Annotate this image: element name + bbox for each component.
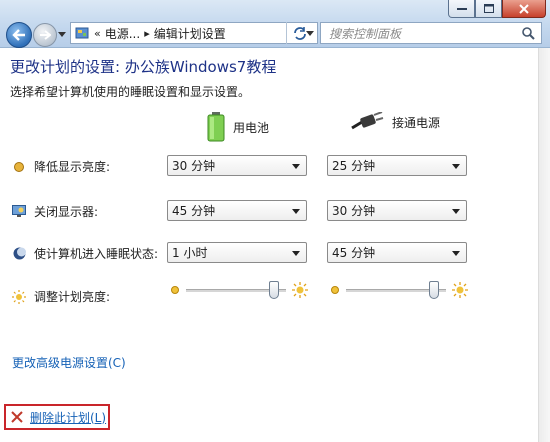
sleep-plugged-select[interactable]: 45 分钟 — [327, 242, 467, 263]
breadcrumb-overflow[interactable]: « — [94, 27, 101, 40]
brightness-plugged-slider[interactable] — [346, 280, 446, 299]
brightness-high-icon — [452, 282, 468, 298]
advanced-power-settings-link[interactable]: 更改高级电源设置(C) — [12, 354, 126, 371]
refresh-button[interactable] — [286, 22, 312, 44]
address-bar[interactable]: « 电源... ▸ 编辑计划设置 — [70, 22, 318, 44]
slider-thumb[interactable] — [269, 280, 279, 299]
dim-display-battery-select[interactable]: 30 分钟 — [167, 155, 307, 176]
battery-column-header: 用电池 — [207, 112, 269, 142]
search-icon[interactable] — [521, 26, 535, 40]
dim-display-plugged-value: 25 分钟 — [332, 159, 376, 173]
minimize-icon — [456, 7, 467, 10]
chevron-down-icon — [292, 251, 300, 256]
battery-column-label: 用电池 — [233, 120, 270, 135]
arrow-left-icon — [12, 29, 25, 41]
brightness-low-icon — [331, 286, 339, 294]
sleep-battery-select[interactable]: 1 小时 — [167, 242, 307, 263]
forward-button[interactable] — [33, 23, 57, 47]
chevron-down-icon — [292, 164, 300, 169]
brightness-low-icon — [171, 286, 179, 294]
dim-display-label: 降低显示亮度: — [34, 160, 111, 174]
page-title: 更改计划的设置: 办公族Windows7教程 — [10, 58, 277, 76]
dim-display-icon — [12, 160, 26, 174]
brightness-high-icon — [292, 282, 308, 298]
turn-off-display-battery-select[interactable]: 45 分钟 — [167, 200, 307, 221]
delete-plan-link[interactable]: 删除此计划(L) — [30, 409, 106, 426]
turn-off-display-row-label: 关闭显示器: — [12, 203, 98, 220]
close-button[interactable] — [502, 0, 546, 18]
delete-plan-highlight: 删除此计划(L) — [4, 404, 110, 430]
refresh-icon — [293, 27, 306, 40]
brightness-label: 调整计划亮度: — [34, 290, 111, 304]
dim-display-row-label: 降低显示亮度: — [12, 158, 110, 175]
maximize-button[interactable] — [475, 0, 502, 18]
sleep-battery-value: 1 小时 — [172, 246, 208, 260]
brightness-sun-icon — [12, 289, 26, 304]
slider-thumb[interactable] — [429, 280, 439, 299]
vertical-scrollbar[interactable] — [538, 48, 550, 442]
turn-off-display-label: 关闭显示器: — [34, 205, 99, 219]
breadcrumb-edit-plan[interactable]: 编辑计划设置 — [154, 25, 226, 42]
chevron-down-icon — [292, 209, 300, 214]
sleep-moon-icon — [12, 247, 26, 261]
monitor-off-icon — [12, 205, 26, 219]
dim-display-battery-value: 30 分钟 — [172, 159, 216, 173]
sleep-row-label: 使计算机进入睡眠状态: — [12, 245, 158, 262]
turn-off-display-plugged-value: 30 分钟 — [332, 204, 376, 218]
battery-icon — [207, 112, 225, 142]
chevron-down-icon — [452, 209, 460, 214]
plugged-in-column-header: 接通电源 — [350, 112, 440, 132]
brightness-plugged-slider-group — [330, 280, 468, 299]
brightness-battery-slider-group — [170, 280, 308, 299]
page-subtitle: 选择希望计算机使用的睡眠设置和显示设置。 — [10, 85, 251, 99]
window-chrome: « 电源... ▸ 编辑计划设置 搜索控制面板 — [0, 0, 550, 48]
power-plug-icon — [351, 112, 384, 130]
dim-display-plugged-select[interactable]: 25 分钟 — [327, 155, 467, 176]
back-button[interactable] — [6, 22, 32, 48]
sleep-plugged-value: 45 分钟 — [332, 246, 376, 260]
breadcrumb-separator-icon[interactable]: ▸ — [144, 27, 150, 40]
brightness-row-label: 调整计划亮度: — [12, 288, 110, 305]
window-controls — [448, 0, 546, 18]
minimize-button[interactable] — [448, 0, 475, 18]
close-icon — [519, 3, 529, 14]
breadcrumb-power[interactable]: 电源... — [105, 25, 140, 42]
maximize-icon — [483, 4, 494, 13]
brightness-battery-slider[interactable] — [186, 280, 286, 299]
control-panel-icon — [74, 25, 90, 41]
turn-off-display-plugged-select[interactable]: 30 分钟 — [327, 200, 467, 221]
turn-off-display-battery-value: 45 分钟 — [172, 204, 216, 218]
delete-x-icon — [11, 411, 23, 423]
chevron-down-icon — [452, 164, 460, 169]
sleep-label: 使计算机进入睡眠状态: — [34, 247, 159, 261]
chevron-down-icon — [452, 251, 460, 256]
plugged-in-column-label: 接通电源 — [392, 115, 441, 130]
arrow-right-icon — [40, 30, 51, 40]
search-input[interactable]: 搜索控制面板 — [320, 22, 542, 44]
recent-pages-dropdown[interactable] — [58, 32, 66, 37]
search-placeholder: 搜索控制面板 — [329, 26, 402, 41]
